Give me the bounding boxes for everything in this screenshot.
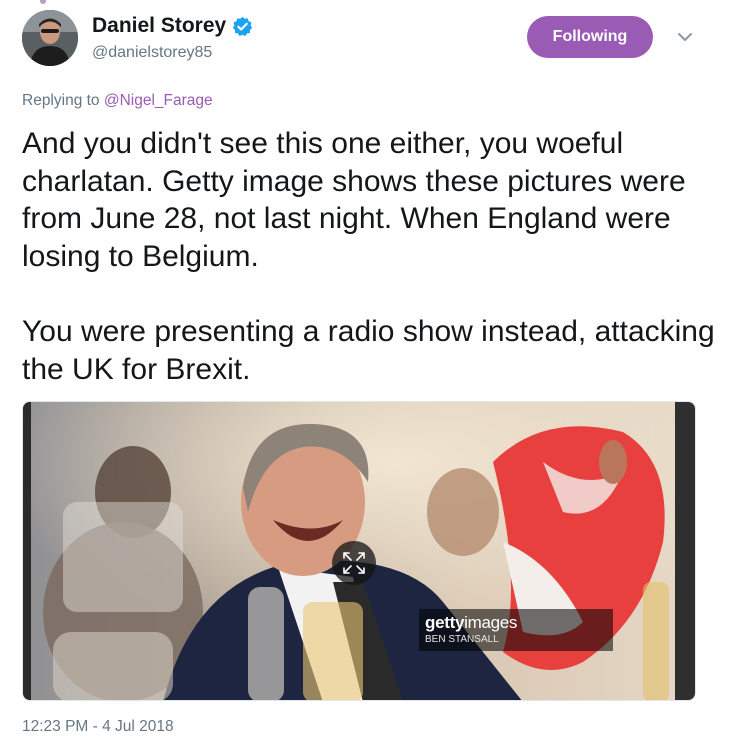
author-handle[interactable]: @danielstorey85 <box>92 44 212 62</box>
expand-media-button[interactable] <box>332 541 376 585</box>
previous-tweet-connector <box>40 0 46 4</box>
following-button[interactable]: Following <box>527 16 653 58</box>
expand-icon <box>343 552 365 574</box>
chevron-down-icon[interactable] <box>674 26 696 48</box>
avatar[interactable] <box>22 10 78 66</box>
replying-to-label: Replying to <box>22 92 104 109</box>
reply-mention-link[interactable]: @Nigel_Farage <box>104 92 213 109</box>
replying-to: Replying to @Nigel_Farage <box>22 92 213 110</box>
photo-credit: BEN STANSALL <box>425 634 499 645</box>
getty-watermark: gettyimages BEN STANSALL <box>419 609 613 651</box>
display-name[interactable]: Daniel Storey <box>92 14 226 38</box>
tweet-text: And you didn't see this one either, you … <box>22 127 715 386</box>
tweet-timestamp[interactable]: 12:23 PM - 4 Jul 2018 <box>22 718 174 736</box>
verified-badge-icon <box>232 16 253 37</box>
getty-logo: gettyimages <box>425 613 518 632</box>
tweet-photo[interactable]: gettyimages BEN STANSALL <box>22 401 696 701</box>
author-name-row[interactable]: Daniel Storey <box>92 12 253 40</box>
